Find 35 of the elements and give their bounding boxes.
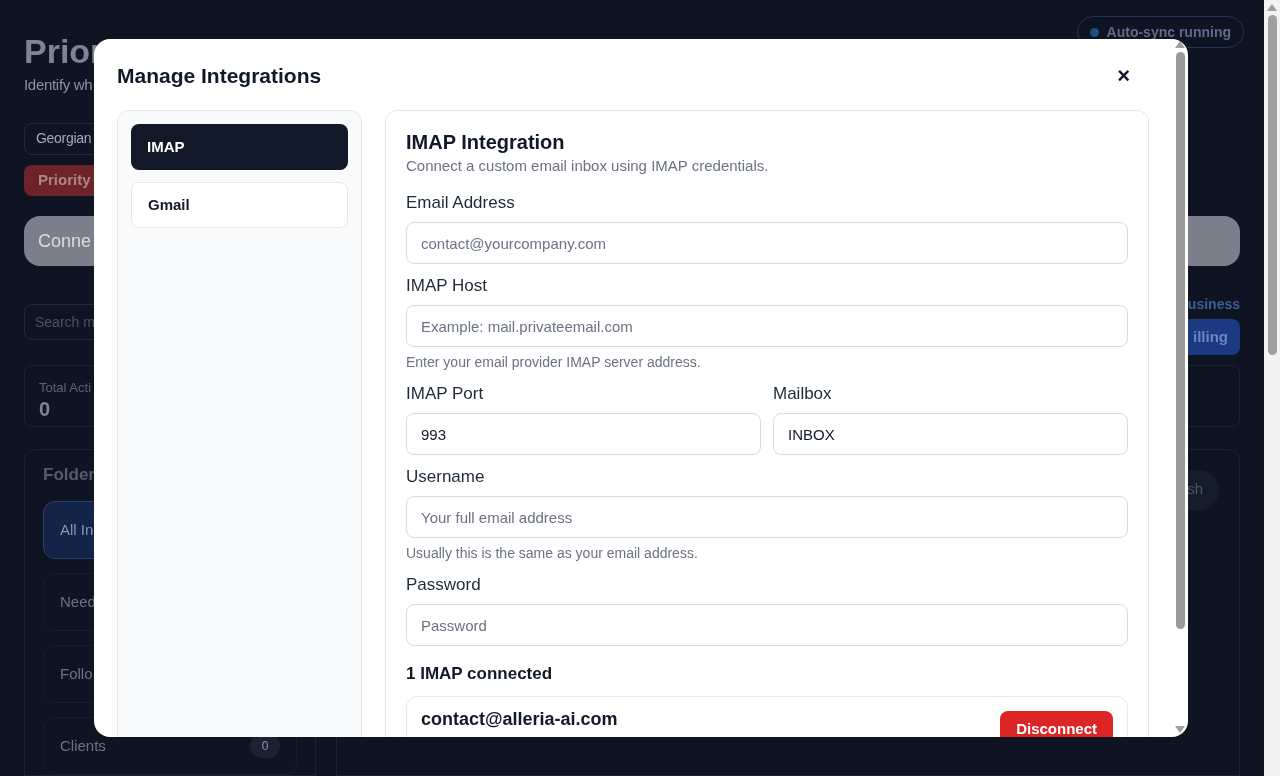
folders-heading: Folder [43,463,96,486]
panel-title: IMAP Integration [406,130,566,155]
folder-label: Clients [60,735,106,756]
plan-label: usiness [1187,294,1240,314]
page-subtitle: Identify wh [24,75,93,95]
page-scrollbar[interactable] [1264,0,1280,776]
field-label: Mailbox [773,383,833,405]
input-field[interactable]: Password [406,604,1128,646]
disconnect-button[interactable]: Disconnect [1000,711,1113,737]
input-field[interactable]: INBOX [773,413,1128,455]
integration-tab[interactable]: IMAP [131,124,348,170]
field-label: Email Address [406,192,516,214]
field-label: IMAP Port [406,383,485,405]
field-label: IMAP Host [406,275,488,297]
integration-tab[interactable]: Gmail [131,182,348,228]
input-field[interactable]: contact@yourcompany.com [406,222,1128,264]
panel-description: Connect a custom email inbox using IMAP credentials. [406,156,770,176]
stat-value: 0 [39,397,51,422]
account-email: contact@alleria-ai.com [421,708,618,731]
input-field[interactable]: Your full email address [406,496,1128,538]
folder-label: Follo [60,663,93,684]
field-label: Username [406,466,486,488]
scroll-thumb[interactable] [1267,15,1277,355]
help-text: Usually this is the same as your email address. [406,544,699,563]
folder-label: All In [60,519,94,540]
dialog-title: Manage Integrations [117,63,322,90]
connected-heading: 1 IMAP connected [406,663,554,685]
scroll-thumb[interactable] [1175,52,1185,629]
close-button[interactable]: × [1117,65,1130,87]
stat-label: Total Acti [39,378,92,397]
field-label: Password [406,574,482,596]
scroll-down-icon[interactable] [1175,726,1185,733]
help-text: Enter your email provider IMAP server address. [406,353,702,372]
input-field[interactable]: Example: mail.privateemail.com [406,305,1128,347]
input-field[interactable]: 993 [406,413,761,455]
